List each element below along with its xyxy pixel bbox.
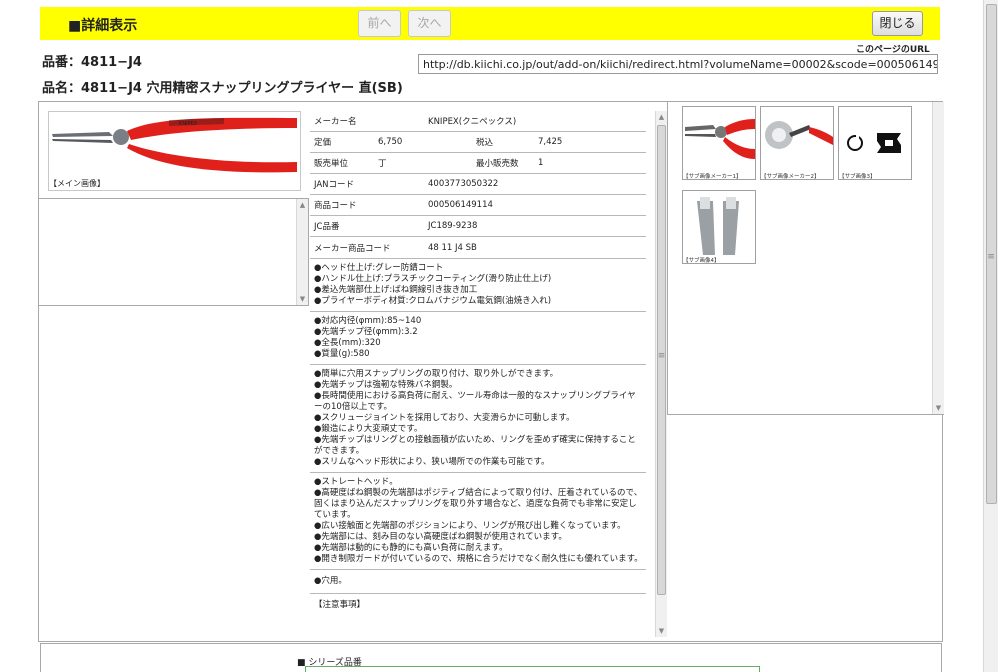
series-section: ■ シリーズ品番 <box>40 643 942 672</box>
page-url-field[interactable]: http://db.kiichi.co.jp/out/add-on/kiichi… <box>418 54 938 74</box>
jan-label: JANコード <box>314 180 355 190</box>
scroll-up-icon[interactable]: ▲ <box>297 201 308 209</box>
sub-image-caption: 【サブ画像4】 <box>683 258 720 264</box>
feature-line: ●対応内径(φmm):85~140 <box>314 316 422 326</box>
sub-image-1[interactable]: 【サブ画像メーカー1】 <box>682 106 756 180</box>
maker-label: メーカー名 <box>314 117 357 127</box>
product-number: 品番：4811−J4 <box>42 55 142 70</box>
feature-line: ●簡単に穴用スナップリングの取り付け、取り外しができます。 <box>314 369 559 379</box>
sub-image-panel: 【サブ画像メーカー1】 【サブ画像メーカー2】 【サブ画像3】 【サブ画像4】 … <box>667 102 944 415</box>
feature-block-size: ●対応内径(φmm):85~140 ●先端チップ径(φmm):3.2 ●全長(m… <box>310 312 646 365</box>
spec-table: メーカー名 KNIPEX(クニペックス) 定価 6,750 税込 7,425 販… <box>310 111 646 617</box>
spec-row-jc: JC品番 JC189-9238 <box>310 216 646 237</box>
price-value: 6,750 <box>378 137 403 147</box>
feature-line: ●プライヤーボディ材質:クロムバナジウム電気鋼(油焼き入れ) <box>314 296 552 306</box>
feature-line: ●先端部は動的にも静的にも高い負荷に耐えます。 <box>314 543 508 553</box>
feature-line: ●ハンドル仕上げ:プラスチックコーティング(滑り防止仕上げ) <box>314 274 552 284</box>
jc-value: JC189-9238 <box>428 221 478 231</box>
scroll-grip-icon[interactable]: ≡ <box>984 252 998 262</box>
feature-block-use: ●穴用。 <box>310 570 646 594</box>
feature-line: ●先端チップは強靭な特殊バネ鋼製。 <box>314 380 458 390</box>
sub-image-scrollbar[interactable]: ▼ <box>932 102 944 414</box>
plier-closeup-picture <box>683 107 755 171</box>
spec-row-jan: JANコード 4003773050322 <box>310 174 646 195</box>
page-title: ■詳細表示 <box>68 18 138 34</box>
feature-line: ●広い接触面と先端部のポジションにより、リングが飛び出し難くなっています。 <box>314 521 626 531</box>
list-scrollbar[interactable]: ▲ ▼ <box>296 199 308 305</box>
maker-code-label: メーカー商品コード <box>314 243 391 254</box>
sub-image-2[interactable]: 【サブ画像メーカー2】 <box>760 106 834 180</box>
sub-image-caption: 【サブ画像メーカー2】 <box>761 174 820 180</box>
feature-line: ●高硬度ばね鋼製の先端部はポジティブ結合によって取り付け、圧着されているので、固… <box>314 488 643 520</box>
detail-frame: KNIPEX 【メイン画像】 ▲ ▼ メーカー名 KNIPEX(クニペックス) … <box>38 101 944 642</box>
spec-row-code: 商品コード 000506149114 <box>310 195 646 216</box>
feature-line: ●全長(mm):320 <box>314 338 381 348</box>
feature-line: ●差込先端部仕上げ:ばね鋼線引き抜き加工 <box>314 285 478 295</box>
sub-image-caption: 【サブ画像メーカー1】 <box>683 174 742 180</box>
feature-block-head: ●ストレートヘッド。 ●高硬度ばね鋼製の先端部はポジティブ結合によって取り付け、… <box>310 473 646 570</box>
scroll-down-icon[interactable]: ▼ <box>656 627 667 635</box>
feature-line: ●先端部には、刻み目のない高硬度ばね鋼製が使用されています。 <box>314 532 567 542</box>
close-button[interactable]: 閉じる <box>872 11 923 36</box>
tax-label: 税込 <box>476 138 494 148</box>
spec-row-maker-code: メーカー商品コード 48 11 J4 SB <box>310 237 646 259</box>
notes-heading: 【注意事項】 <box>314 600 366 610</box>
ring-removal-picture <box>761 107 833 171</box>
price-label: 定価 <box>314 138 332 148</box>
scroll-up-icon[interactable]: ▲ <box>656 113 667 121</box>
series-table <box>305 666 760 672</box>
product-name: 品名：4811−J4 穴用精密スナップリングプライヤー 直(SB) <box>42 81 403 96</box>
unit-value: 丁 <box>378 159 387 169</box>
feature-line: ●ストレートヘッド。 <box>314 477 398 487</box>
ring-icon-picture <box>839 107 911 171</box>
splitter-grip-icon[interactable]: ≡ <box>656 351 667 361</box>
feature-line: ●スリムなヘッド形状により、狭い場所での作業も可能です。 <box>314 457 550 467</box>
tax-value: 7,425 <box>538 137 563 147</box>
feature-line: ●質量(g):580 <box>314 349 370 359</box>
spec-row-price: 定価 6,750 税込 7,425 <box>310 132 646 153</box>
code-value: 000506149114 <box>428 200 493 210</box>
feature-line: ●開き制限ガードが付いているので、規格に合うだけでなく耐久性にも優れています。 <box>314 554 643 564</box>
feature-line: ●先端チップはリングとの接触面積が広いため、リングを歪めず確実に保持することがで… <box>314 435 636 456</box>
feature-line: ●ヘッド仕上げ:グレー防錆コート <box>314 263 444 273</box>
jan-value: 4003773050322 <box>428 179 499 189</box>
maker-code-value: 48 11 J4 SB <box>428 242 477 253</box>
maker-value: KNIPEX(クニペックス) <box>428 117 517 127</box>
page-scrollbar[interactable]: ≡ <box>983 0 998 672</box>
min-label: 最小販売数 <box>476 159 519 169</box>
next-button[interactable]: 次へ <box>408 10 451 37</box>
feature-block-finish: ●ヘッド仕上げ:グレー防錆コート ●ハンドル仕上げ:プラスチックコーティング(滑… <box>310 259 646 312</box>
min-value: 1 <box>538 158 544 168</box>
spec-scrollbar[interactable]: ▲ ≡ ▼ <box>655 111 667 637</box>
feature-block-benefits: ●簡単に穴用スナップリングの取り付け、取り外しができます。 ●先端チップは強靭な… <box>310 365 646 473</box>
scroll-down-icon[interactable]: ▼ <box>933 404 944 412</box>
spec-row-unit: 販売単位 丁 最小販売数 1 <box>310 153 646 174</box>
scroll-down-icon[interactable]: ▼ <box>297 295 308 303</box>
feature-line: ●鍛造により大変頑丈です。 <box>314 424 423 434</box>
svg-text:KNIPEX: KNIPEX <box>179 121 198 127</box>
sub-image-3[interactable]: 【サブ画像3】 <box>838 106 912 180</box>
sub-image-4[interactable]: 【サブ画像4】 <box>682 190 756 264</box>
sub-image-caption: 【サブ画像3】 <box>839 174 876 180</box>
main-image-list[interactable]: ▲ ▼ <box>39 198 309 306</box>
feature-line: ●スクリュージョイントを採用しており、大変滑らかに可動します。 <box>314 413 575 423</box>
feature-line: ●長時間使用における高負荷に耐え、ツール寿命は一般的なスナップリングプライヤーの… <box>314 391 636 412</box>
spec-row-maker: メーカー名 KNIPEX(クニペックス) <box>310 111 646 132</box>
feature-line: ●穴用。 <box>314 576 347 586</box>
feature-block-notes: 【注意事項】 <box>310 594 646 617</box>
header-bar: ■詳細表示 前へ 次へ 閉じる <box>40 7 940 40</box>
plier-tips-picture <box>683 191 755 255</box>
code-label: 商品コード <box>314 201 357 211</box>
unit-label: 販売単位 <box>314 159 349 169</box>
jc-label: JC品番 <box>314 222 340 232</box>
feature-line: ●先端チップ径(φmm):3.2 <box>314 327 418 337</box>
plier-main-picture: KNIPEX <box>49 112 300 178</box>
prev-button[interactable]: 前へ <box>358 10 401 37</box>
main-image-caption: 【メイン画像】 <box>49 179 105 188</box>
